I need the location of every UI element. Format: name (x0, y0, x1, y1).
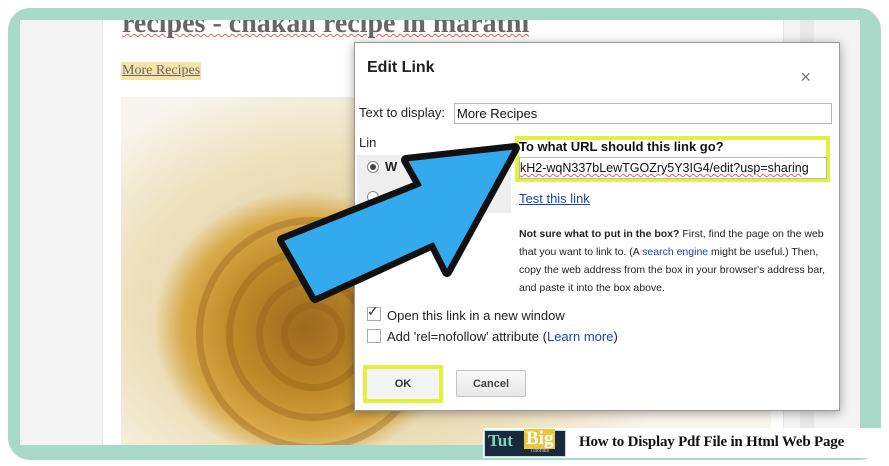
logo-text-tut: Tut (488, 431, 513, 450)
pointer-arrow-icon (277, 143, 520, 303)
logo-tagline: Tutorials (530, 448, 549, 454)
tutorial-title: How to Display Pdf File in Html Web Page (579, 434, 845, 450)
logo-text-big: Big (524, 428, 556, 449)
